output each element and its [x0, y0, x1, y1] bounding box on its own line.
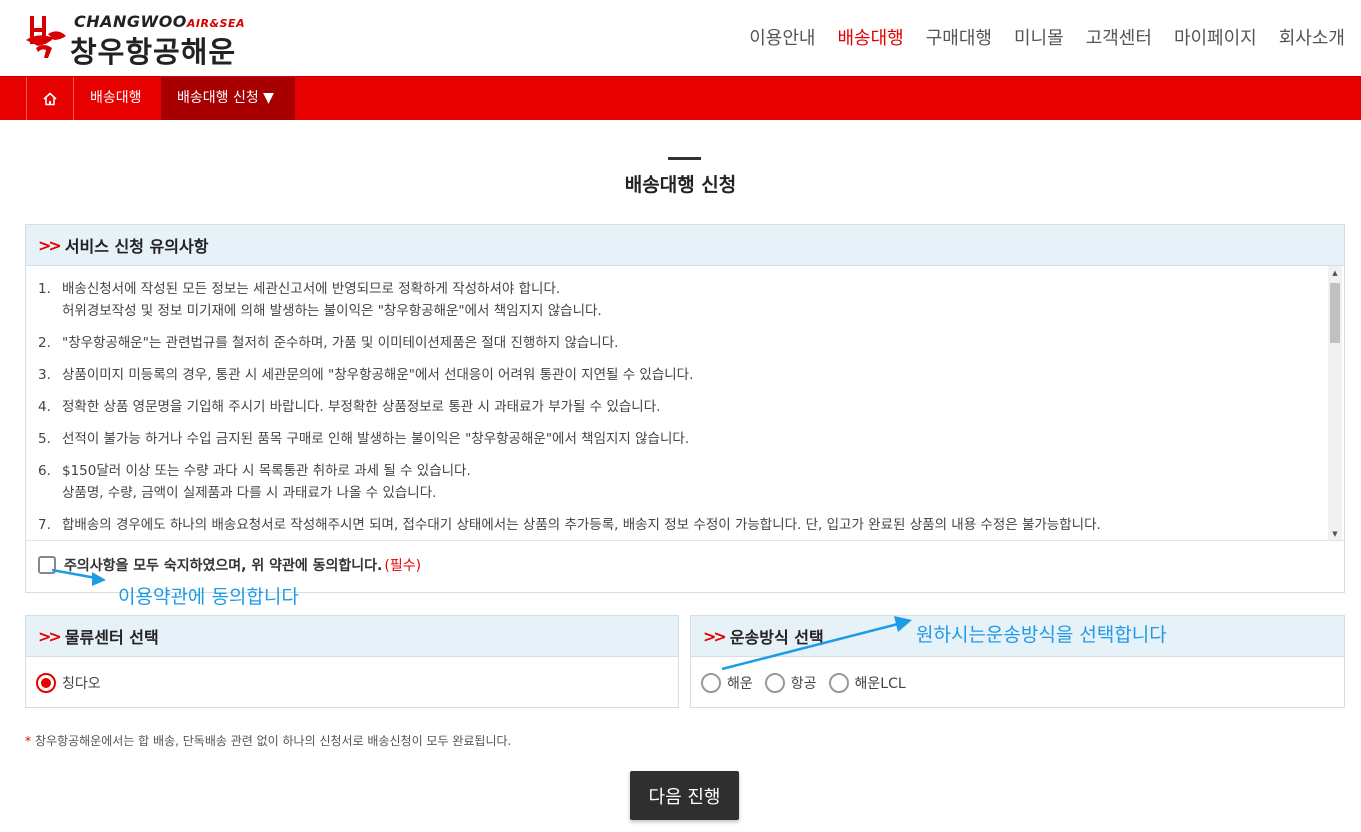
home-icon — [43, 91, 57, 105]
nav-item-about[interactable]: 회사소개 — [1279, 24, 1345, 50]
nav-item-support[interactable]: 고객센터 — [1086, 24, 1152, 50]
shipping-option-sea-lcl[interactable]: 해운LCL — [828, 673, 906, 693]
list-item: 1. 배송신청서에 작성된 모든 정보는 세관신고서에 반영되므로 정확하게 작성… — [38, 281, 602, 319]
site-logo[interactable]: CHANGWOOAIR&SEA 창우항공해운 — [24, 12, 264, 69]
breadcrumb-level1[interactable]: 배송대행 — [74, 77, 158, 120]
agree-terms-checkbox[interactable] — [38, 556, 56, 574]
list-item: 5. 선적이 불가능 하거나 수입 금지된 품목 구매로 인해 발생하는 불이익은… — [38, 431, 690, 447]
nav-item-guide[interactable]: 이용안내 — [749, 24, 815, 50]
scroll-down-arrow-icon[interactable]: ▼ — [1328, 527, 1342, 540]
list-item: 7. 합배송의 경우에도 하나의 배송요청서로 작성해주시면 되며, 접수대기 상… — [38, 517, 1101, 533]
service-notice-panel: >> 서비스 신청 유의사항 1. 배송신청서에 작성된 모든 정보는 세관신고서… — [25, 224, 1345, 593]
nav-item-purchase[interactable]: 구매대행 — [926, 24, 992, 50]
list-item: 4. 정확한 상품 영문명을 기입해 주시기 바랍니다. 부정확한 상품정보로 통… — [38, 399, 661, 415]
shipping-option-sea[interactable]: 해운 — [701, 673, 753, 693]
scrollbar-thumb[interactable] — [1330, 283, 1340, 343]
logistics-center-panel: >> 물류센터 선택 칭다오 — [25, 615, 679, 708]
footnote-star: * — [25, 734, 31, 748]
center-radio-qingdao[interactable] — [36, 673, 56, 693]
required-mark: (필수) — [384, 558, 422, 574]
notice-scroll-area[interactable]: 1. 배송신청서에 작성된 모든 정보는 세관신고서에 반영되므로 정확하게 작성… — [26, 266, 1344, 541]
logistics-center-options: 칭다오 — [26, 657, 678, 693]
notice-heading: >> 서비스 신청 유의사항 — [26, 225, 1344, 266]
agree-terms-row: 주의사항을 모두 숙지하였으며, 위 약관에 동의합니다. (필수) — [38, 555, 421, 575]
shipping-radio-air[interactable] — [764, 673, 785, 693]
breadcrumb: 배송대행 배송대행 신청 ▼ — [0, 76, 1361, 120]
nav-item-shipping[interactable]: 배송대행 — [838, 24, 904, 50]
shipping-method-options: 해운 항공 해운LCL — [691, 657, 1344, 693]
nav-item-mypage[interactable]: 마이페이지 — [1174, 24, 1257, 50]
logo-korean: 창우항공해운 — [70, 35, 237, 69]
shipping-hint-annotation: 원하시는운송방식을 선택합니다 — [916, 624, 1167, 646]
nav-item-minimall[interactable]: 미니몰 — [1014, 24, 1064, 50]
breadcrumb-level2-dropdown[interactable]: 배송대행 신청 ▼ — [161, 77, 295, 120]
shipping-radio-sea[interactable] — [701, 673, 721, 693]
double-chevron-right-icon: >> — [38, 626, 62, 646]
page-title: 배송대행 신청 — [624, 174, 737, 196]
double-chevron-right-icon: >> — [703, 626, 727, 646]
next-step-button[interactable]: 다음 진행 — [630, 771, 739, 820]
shipping-radio-sea-lcl[interactable] — [828, 673, 849, 693]
shipping-option-air[interactable]: 항공 — [764, 673, 817, 693]
site-header: CHANGWOOAIR&SEA 창우항공해운 이용안내 배송대행 구매대행 미니… — [0, 0, 1361, 76]
logistics-center-heading: >> 물류센터 선택 — [26, 616, 678, 657]
main-nav: 이용안내 배송대행 구매대행 미니몰 고객센터 마이페이지 회사소개 — [727, 24, 1345, 50]
list-item: 2. "창우항공해운"는 관련법규를 철저히 준수하며, 가품 및 이미테이션제품… — [38, 335, 619, 351]
logo-mark-icon — [26, 16, 66, 58]
title-decor-bar — [668, 157, 701, 160]
footnote: * 창우항공해운에서는 합 배송, 단독배송 관련 없이 하나의 신청서로 배송신… — [25, 734, 512, 748]
scroll-up-arrow-icon[interactable]: ▲ — [1328, 266, 1342, 280]
list-item: 3. 상품이미지 미등록의 경우, 통관 시 세관문의에 "창우항공해운"에서 선… — [38, 367, 694, 383]
center-option-qingdao[interactable]: 칭다오 — [36, 673, 101, 693]
double-chevron-right-icon: >> — [38, 235, 62, 255]
notice-scrollbar[interactable]: ▲ ▼ — [1328, 266, 1342, 540]
agree-hint-annotation: 이용약관에 동의합니다 — [118, 586, 299, 608]
breadcrumb-home[interactable] — [26, 77, 74, 120]
notice-list: 1. 배송신청서에 작성된 모든 정보는 세관신고서에 반영되므로 정확하게 작성… — [26, 266, 1344, 536]
agree-terms-label[interactable]: 주의사항을 모두 숙지하였으며, 위 약관에 동의합니다. — [64, 555, 382, 575]
list-item: 6. $150달러 이상 또는 수량 과다 시 목록통관 취하로 과세 될 수 있… — [38, 463, 471, 501]
